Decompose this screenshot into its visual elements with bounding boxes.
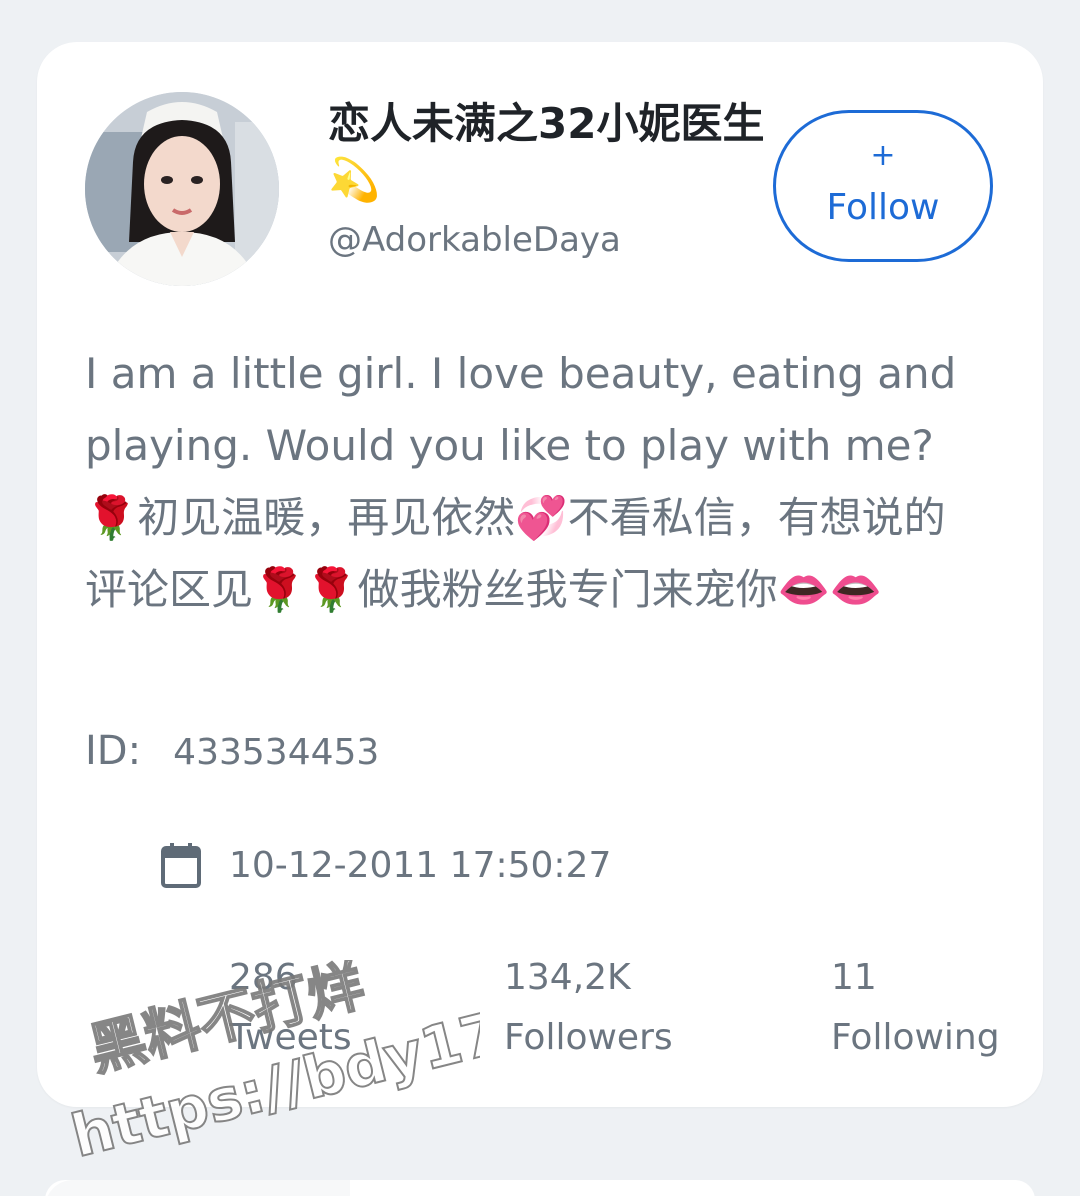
profile-handle: @AdorkableDaya [328,220,621,260]
follow-label: Follow [826,187,940,228]
profile-bio: I am a little girl. I love beauty, eatin… [85,349,957,614]
avatar[interactable] [85,92,279,286]
tweets-label: Tweets [229,1017,352,1058]
page: 恋人未满之32小妮医生💫 @AdorkableDaya + Follow I a… [0,0,1080,1196]
stat-tweets[interactable]: 286 Tweets [229,948,352,1068]
calendar-icon [161,843,201,888]
followers-label: Followers [504,1017,673,1058]
follow-button[interactable]: + Follow [773,110,993,262]
joined-date-row: 10-12-2011 17:50:27 [161,842,611,888]
tab-active[interactable] [45,1180,350,1196]
tweets-count: 286 [229,957,298,998]
tabs-card [45,1180,1035,1196]
id-label: ID: [85,728,142,774]
profile-card: 恋人未满之32小妮医生💫 @AdorkableDaya + Follow I a… [37,42,1043,1107]
avatar-image [85,92,279,286]
id-row: ID: 433534453 [85,728,379,774]
stat-following[interactable]: 11 Following [831,948,1000,1068]
plus-icon: + [870,138,896,173]
following-count: 11 [831,957,877,998]
stat-followers[interactable]: 134,2K Followers [504,948,673,1068]
profile-name: 恋人未满之32小妮医生💫 [328,99,765,204]
followers-count: 134,2K [504,957,631,998]
joined-date: 10-12-2011 17:50:27 [229,844,612,886]
id-value: 433534453 [173,732,380,773]
following-label: Following [831,1017,1000,1058]
